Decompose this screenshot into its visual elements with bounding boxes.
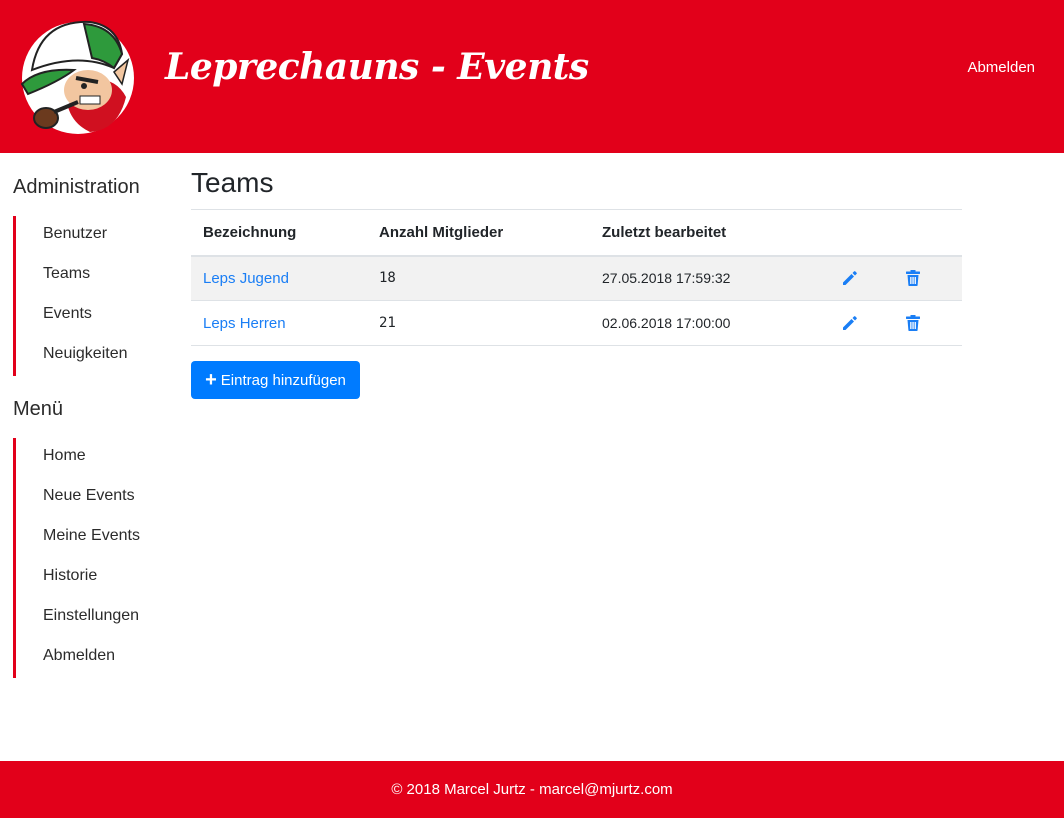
team-name-link[interactable]: Leps Jugend — [203, 270, 289, 287]
sidebar-item-historie[interactable]: Historie — [16, 558, 173, 598]
team-name-link[interactable]: Leps Herren — [203, 315, 286, 332]
sidebar-item-neuigkeiten[interactable]: Neuigkeiten — [16, 336, 173, 376]
sidebar-heading-administration: Administration — [13, 176, 140, 198]
sidebar-item-teams[interactable]: Teams — [16, 256, 173, 296]
team-last-edited: 02.06.2018 17:00:00 — [590, 300, 836, 346]
team-last-edited: 27.05.2018 17:59:32 — [590, 255, 836, 301]
footer-text: © 2018 Marcel Jurtz - marcel@mjurtz.com — [391, 781, 673, 798]
column-header-bezeichnung: Bezeichnung — [191, 209, 367, 257]
add-entry-label: Eintrag hinzufügen — [220, 371, 346, 389]
sidebar-item-home[interactable]: Home — [16, 438, 173, 478]
main-content: Teams Bezeichnung Anzahl Mitglieder Zule… — [191, 163, 962, 399]
sidebar-item-meine-events[interactable]: Meine Events — [16, 518, 173, 558]
team-members-count: 21 — [367, 300, 590, 346]
trash-icon[interactable] — [903, 268, 923, 288]
pencil-icon[interactable] — [840, 313, 860, 333]
column-header-delete — [899, 209, 962, 257]
column-header-zuletzt-bearbeitet: Zuletzt bearbeitet — [590, 209, 836, 257]
page-title: Teams — [191, 167, 274, 198]
sidebar-item-einstellungen[interactable]: Einstellungen — [16, 598, 173, 638]
sidebar-heading-menu: Menü — [13, 398, 64, 420]
plus-icon: + — [205, 369, 217, 391]
sidebar-item-neue-events[interactable]: Neue Events — [16, 478, 173, 518]
team-members-count: 18 — [367, 255, 590, 301]
table-row: Leps Herren 21 02.06.2018 17:00:00 — [191, 300, 962, 346]
column-header-anzahl-mitglieder: Anzahl Mitglieder — [367, 209, 590, 257]
table-header-row: Bezeichnung Anzahl Mitglieder Zuletzt be… — [191, 209, 962, 257]
teams-table: Bezeichnung Anzahl Mitglieder Zuletzt be… — [191, 209, 962, 346]
sidebar-group-menu: Home Neue Events Meine Events Historie E… — [13, 438, 173, 678]
column-header-edit — [836, 209, 899, 257]
site-header: Leprechauns - Events Abmelden — [0, 0, 1064, 153]
sidebar-group-administration: Benutzer Teams Events Neuigkeiten — [13, 216, 173, 376]
header-logout-link[interactable]: Abmelden — [967, 59, 1035, 76]
site-footer: © 2018 Marcel Jurtz - marcel@mjurtz.com — [0, 761, 1064, 818]
sidebar-item-events[interactable]: Events — [16, 296, 173, 336]
trash-icon[interactable] — [903, 313, 923, 333]
leprechaun-mascot-icon[interactable] — [18, 12, 136, 136]
add-entry-button[interactable]: + Eintrag hinzufügen — [191, 361, 360, 399]
pencil-icon[interactable] — [840, 268, 860, 288]
site-title: Leprechauns - Events — [165, 46, 589, 88]
sidebar-item-abmelden[interactable]: Abmelden — [16, 638, 173, 678]
sidebar: Administration Benutzer Teams Events Neu… — [13, 170, 173, 694]
table-row: Leps Jugend 18 27.05.2018 17:59:32 — [191, 255, 962, 301]
sidebar-item-benutzer[interactable]: Benutzer — [16, 216, 173, 256]
